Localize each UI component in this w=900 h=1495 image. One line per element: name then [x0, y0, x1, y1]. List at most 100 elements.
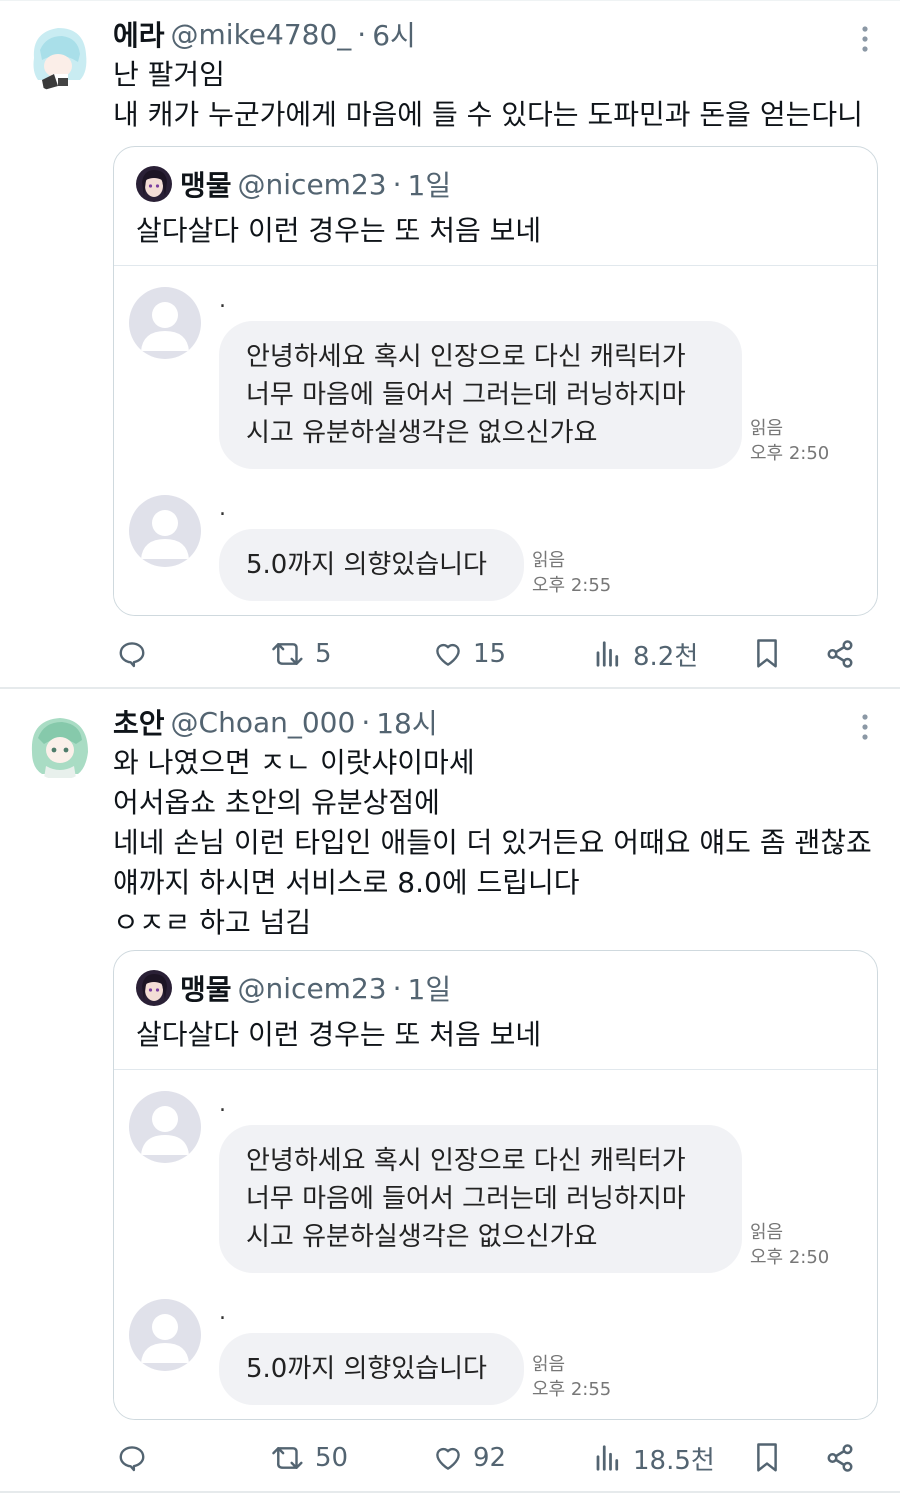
- sender-mark: .: [219, 1300, 226, 1325]
- tweet-text-line: 네네 손님 이런 타입인 애들이 더 있거든요 어때요 얘도 좀 괜찮죠: [113, 826, 872, 859]
- retweet-icon: [271, 1443, 305, 1473]
- bookmark-icon: [753, 1442, 781, 1474]
- separator-dot: ·: [392, 971, 402, 1005]
- user-handle[interactable]: @mike4780_: [171, 18, 352, 51]
- user-handle[interactable]: @Choan_000: [171, 706, 356, 739]
- tweet[interactable]: 초안 @Choan_000 · 18시 와 나였으면 ㅈㄴ 이랏샤이마세 어서옵…: [0, 688, 900, 1495]
- separator-dot: ·: [361, 705, 371, 739]
- user-avatar[interactable]: [24, 708, 96, 780]
- share-button[interactable]: [825, 1438, 855, 1478]
- tweet-text: 와 나였으면 ㅈㄴ 이랏샤이마세 어서옵쇼 초안의 유분상점에 네네 손님 이런…: [113, 743, 872, 943]
- default-avatar-icon: [129, 495, 201, 567]
- tweet[interactable]: 에라 @mike4780_ · 6시 난 팔거임 내 캐가 누군가에게 마음에 …: [0, 0, 900, 688]
- default-avatar-icon: [129, 287, 201, 359]
- tweet-text-line: 어서옵쇼 초안의 유분상점에: [113, 786, 440, 819]
- message-bubble: 5.0까지 의향있습니다: [219, 529, 524, 601]
- share-icon: [825, 639, 855, 669]
- retweet-count: 5: [315, 639, 332, 669]
- reply-icon: [117, 639, 147, 669]
- message-bubble: 5.0까지 의향있습니다: [219, 1333, 524, 1405]
- sender-mark: .: [219, 1092, 226, 1117]
- like-icon: [433, 639, 463, 669]
- message-time: 오후 2:50: [750, 1247, 830, 1268]
- quote-screenshot-image[interactable]: . 안녕하세요 혹시 인장으로 다신 캐릭터가 너무 마음에 들어서 그러는데 …: [114, 1069, 877, 1419]
- tweet-text: 난 팔거임 내 캐가 누군가에게 마음에 들 수 있다는 도파민과 돈을 얻는다…: [113, 55, 863, 135]
- bookmark-button[interactable]: [753, 634, 781, 674]
- like-count: 15: [473, 639, 507, 669]
- quote-text: 살다살다 이런 경우는 또 처음 보네: [136, 214, 542, 247]
- quote-handle: @nicem23: [237, 971, 387, 1005]
- like-icon: [433, 1443, 463, 1473]
- retweet-button[interactable]: 50: [271, 1438, 348, 1478]
- message-meta: 읽음 오후 2:55: [532, 1352, 611, 1402]
- read-status: 읽음: [532, 1354, 566, 1375]
- sender-mark: .: [219, 288, 226, 313]
- action-bar: 5 15 8.2천: [113, 634, 873, 674]
- tweet-text-line: 와 나였으면 ㅈㄴ 이랏샤이마세: [113, 746, 475, 779]
- read-status: 읽음: [750, 1222, 784, 1243]
- tweet-header: 에라 @mike4780_ · 6시: [113, 14, 416, 54]
- tweet-time[interactable]: 6시: [372, 14, 416, 54]
- retweet-button[interactable]: 5: [271, 634, 332, 674]
- message-bubble: 안녕하세요 혹시 인장으로 다신 캐릭터가 너무 마음에 들어서 그러는데 러닝…: [219, 321, 742, 469]
- like-button[interactable]: 15: [433, 634, 506, 674]
- default-avatar-icon: [129, 1091, 201, 1163]
- quote-text: 살다살다 이런 경우는 또 처음 보네: [136, 1018, 542, 1051]
- quote-display-name: 맹물: [180, 973, 232, 1006]
- tweet-divider: [0, 1491, 900, 1493]
- quote-screenshot-image[interactable]: . 안녕하세요 혹시 인장으로 다신 캐릭터가 너무 마음에 들어서 그러는데 …: [114, 265, 877, 615]
- like-button[interactable]: 92: [433, 1438, 506, 1478]
- message-meta: 읽음 오후 2:50: [750, 416, 829, 466]
- views-button[interactable]: 18.5천: [593, 1438, 715, 1478]
- reply-button[interactable]: [117, 634, 147, 674]
- message-meta: 읽음 오후 2:55: [532, 548, 611, 598]
- quote-avatar: [136, 166, 172, 202]
- quote-handle: @nicem23: [237, 167, 387, 201]
- sender-mark: .: [219, 496, 226, 521]
- display-name[interactable]: 에라: [113, 14, 165, 54]
- retweet-icon: [271, 639, 305, 669]
- tweet-header: 초안 @Choan_000 · 18시: [113, 702, 438, 742]
- tweet-text-line: 난 팔거임: [113, 58, 225, 91]
- like-count: 92: [473, 1443, 507, 1473]
- message-line: 5.0까지 의향있습니다: [246, 550, 487, 580]
- read-status: 읽음: [532, 550, 566, 571]
- message-time: 오후 2:55: [532, 575, 612, 596]
- quote-avatar: [136, 970, 172, 1006]
- message-bubble: 안녕하세요 혹시 인장으로 다신 캐릭터가 너무 마음에 들어서 그러는데 러닝…: [219, 1125, 742, 1273]
- read-status: 읽음: [750, 418, 784, 439]
- bookmark-icon: [753, 638, 781, 670]
- quote-time: 1일: [407, 973, 452, 1006]
- tweet-text-line: 얘까지 하시면 서비스로 8.0에 드립니다: [113, 866, 580, 899]
- message-line: 너무 마음에 들어서 그러는데 러닝하지마: [246, 1184, 686, 1214]
- tweet-time[interactable]: 18시: [376, 702, 437, 742]
- views-icon: [593, 639, 623, 669]
- display-name[interactable]: 초안: [113, 702, 165, 742]
- reply-icon: [117, 1443, 147, 1473]
- share-button[interactable]: [825, 634, 855, 674]
- retweet-count: 50: [315, 1443, 349, 1473]
- share-icon: [825, 1443, 855, 1473]
- message-line: 안녕하세요 혹시 인장으로 다신 캐릭터가: [246, 1146, 686, 1176]
- quote-display-name: 맹물: [180, 169, 232, 202]
- more-vertical-icon[interactable]: [853, 712, 877, 742]
- message-time: 오후 2:50: [750, 443, 830, 464]
- bookmark-button[interactable]: [753, 1438, 781, 1478]
- default-avatar-icon: [129, 1299, 201, 1371]
- quote-header: 맹물 @nicem23 · 1일: [136, 165, 451, 203]
- reply-button[interactable]: [117, 1438, 147, 1478]
- message-line: 시고 유분하실생각은 없으신가요: [246, 1222, 598, 1252]
- views-icon: [593, 1443, 623, 1473]
- more-vertical-icon[interactable]: [853, 24, 877, 54]
- tweet-text-line: 내 캐가 누군가에게 마음에 들 수 있다는 도파민과 돈을 얻는다니: [113, 98, 863, 131]
- message-line: 5.0까지 의향있습니다: [246, 1354, 487, 1384]
- action-bar: 50 92 18.5천: [113, 1438, 873, 1478]
- message-line: 시고 유분하실생각은 없으신가요: [246, 418, 598, 448]
- separator-dot: ·: [392, 167, 402, 201]
- views-count: 18.5천: [633, 1445, 715, 1476]
- user-avatar[interactable]: [24, 20, 96, 92]
- quote-tweet[interactable]: 맹물 @nicem23 · 1일 살다살다 이런 경우는 또 처음 보네 . 안…: [113, 146, 878, 616]
- quote-tweet[interactable]: 맹물 @nicem23 · 1일 살다살다 이런 경우는 또 처음 보네 . 안…: [113, 950, 878, 1420]
- views-button[interactable]: 8.2천: [593, 634, 698, 674]
- message-line: 너무 마음에 들어서 그러는데 러닝하지마: [246, 380, 686, 410]
